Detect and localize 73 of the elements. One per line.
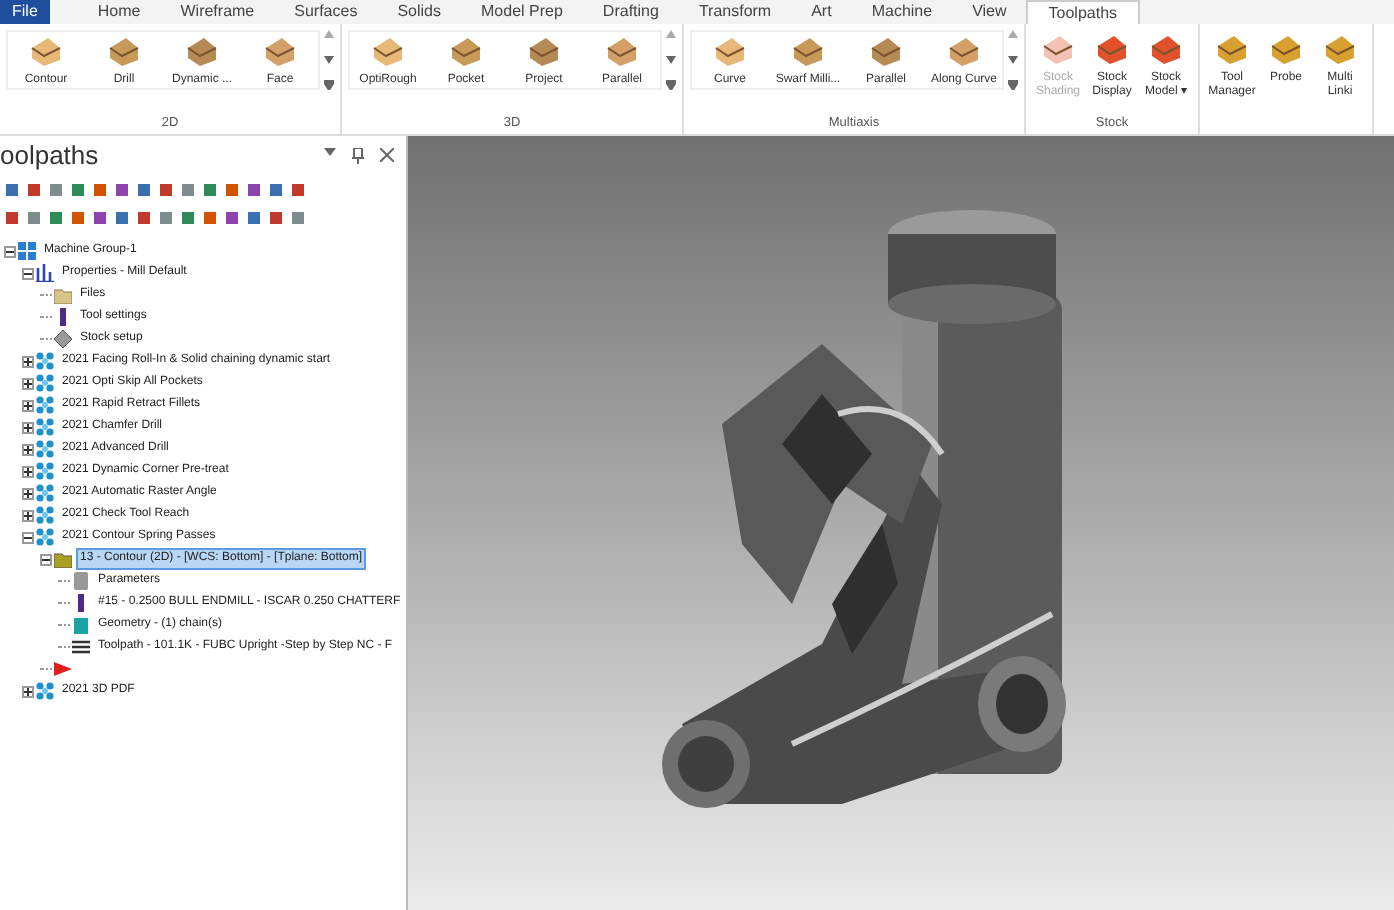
ribbon-tab[interactable]: Transform <box>678 0 792 24</box>
toolpath-icon <box>1040 30 1076 66</box>
dots-icon <box>36 418 54 436</box>
collapse-toggle[interactable] <box>22 531 34 543</box>
expand-toggle[interactable] <box>22 355 34 367</box>
bars-icon <box>36 264 54 282</box>
toolpath-icon <box>106 32 142 68</box>
ribbon-tab[interactable]: View <box>952 0 1027 24</box>
close-icon[interactable] <box>380 148 394 162</box>
folder-icon <box>54 550 72 568</box>
toolpath-icon <box>184 32 220 68</box>
collapse-toggle[interactable] <box>4 245 16 257</box>
ribbon-tab[interactable]: Art <box>791 0 852 24</box>
toolpath-icon <box>28 32 64 68</box>
expand-toggle[interactable] <box>22 685 34 697</box>
file-tab[interactable]: File <box>0 0 50 24</box>
dots-icon <box>36 374 54 392</box>
tool-icon <box>54 308 72 326</box>
dots-icon <box>36 528 54 546</box>
dots-icon <box>36 462 54 480</box>
scroll-down-icon[interactable] <box>1008 55 1018 63</box>
toolpath-icon <box>790 32 826 68</box>
toolpath-icon <box>526 32 562 68</box>
dots-icon <box>36 682 54 700</box>
arrow-icon <box>54 660 72 678</box>
toolpath-icon <box>868 32 904 68</box>
dropdown-icon[interactable] <box>324 148 336 156</box>
toolpath-icon <box>1268 30 1304 66</box>
collapse-toggle[interactable] <box>40 553 52 565</box>
dots-icon <box>36 440 54 458</box>
dots-icon <box>36 484 54 502</box>
ribbon-tab[interactable]: Wireframe <box>160 0 275 24</box>
toolpath-icon <box>946 32 982 68</box>
toolpath-icon <box>1094 30 1130 66</box>
expand-toggle[interactable] <box>22 421 34 433</box>
folder-icon <box>54 286 72 304</box>
expand-gallery-icon[interactable] <box>324 80 334 90</box>
ribbon-tab[interactable]: Solids <box>377 0 461 24</box>
panel-title: oolpaths <box>0 138 99 175</box>
dots-icon <box>36 506 54 524</box>
toolpath-icon <box>448 32 484 68</box>
toolpath-icon <box>370 32 406 68</box>
ribbon-tab[interactable]: Home <box>77 0 161 24</box>
expand-gallery-icon[interactable] <box>666 80 676 90</box>
expand-toggle[interactable] <box>22 509 34 521</box>
ribbon-tab[interactable]: Surfaces <box>274 0 378 24</box>
ribbon-tab[interactable]: Machine <box>851 0 953 24</box>
dots-icon <box>36 396 54 414</box>
scroll-down-icon[interactable] <box>324 55 334 63</box>
collapse-toggle[interactable] <box>22 267 34 279</box>
expand-toggle[interactable] <box>22 377 34 389</box>
square-icon <box>72 616 90 634</box>
ribbon-tab[interactable]: Toolpaths <box>1026 0 1140 24</box>
lines-icon <box>72 638 90 656</box>
expand-toggle[interactable] <box>22 465 34 477</box>
tool-icon <box>72 594 90 612</box>
document-icon <box>72 572 90 590</box>
toolpath-icon <box>1148 30 1184 66</box>
toolpath-icon <box>262 32 298 68</box>
toolpath-icon <box>712 32 748 68</box>
grid-icon <box>18 242 36 260</box>
scroll-down-icon[interactable] <box>666 55 676 63</box>
toolpath-icon <box>1214 30 1250 66</box>
ribbon-tab[interactable]: Model Prep <box>461 0 583 24</box>
toolpath-icon <box>1322 30 1358 66</box>
toolpath-icon <box>604 32 640 68</box>
expand-toggle[interactable] <box>22 487 34 499</box>
ribbon-tab[interactable]: Drafting <box>582 0 679 24</box>
expand-toggle[interactable] <box>22 399 34 411</box>
pin-icon[interactable] <box>352 148 364 164</box>
expand-toggle[interactable] <box>22 443 34 455</box>
dots-icon <box>36 352 54 370</box>
expand-gallery-icon[interactable] <box>1008 80 1018 90</box>
